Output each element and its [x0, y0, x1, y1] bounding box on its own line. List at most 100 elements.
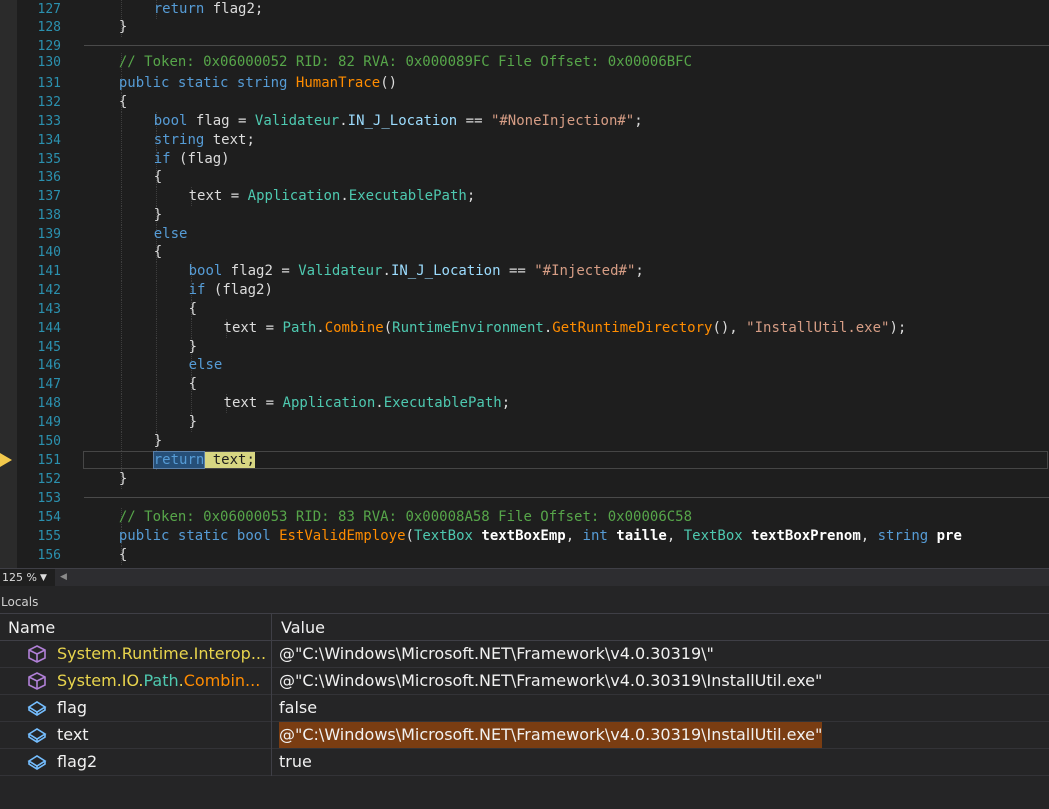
code-line[interactable]: 150} — [0, 432, 1049, 451]
code-editor[interactable]: 127 return flag2; 128} 129 130// Token: 0x06… — [0, 0, 1049, 568]
code-line[interactable]: 141 bool flag2 = Validateur.IN_J_Location… — [0, 262, 1049, 281]
local-value[interactable]: true — [279, 749, 312, 775]
code-token: "#NoneInjection#" — [490, 113, 635, 129]
code-token: } — [188, 339, 198, 355]
code-token: textBoxEmp — [481, 528, 566, 544]
locals-row[interactable]: flag false — [0, 695, 1049, 722]
code-line[interactable]: 154 // Token: 0x06000053 RID: 83 RVA: 0x0… — [0, 508, 1049, 527]
code-line[interactable]: 152} — [0, 470, 1049, 489]
code-line[interactable]: 140 { — [0, 243, 1049, 262]
locals-row[interactable]: System.Runtime.Interop... @"C:\Windows\Mi… — [0, 641, 1049, 668]
code-text: bool flag2 = Validateur.IN_J_Location ==… — [189, 262, 644, 281]
code-text: bool flag = Validateur.IN_J_Location == … — [154, 112, 643, 131]
code-line[interactable]: 156 { — [0, 546, 1049, 565]
code-line[interactable]: 132 { — [0, 93, 1049, 112]
column-header-value[interactable]: Value — [281, 614, 325, 641]
line-number: 147 — [37, 377, 61, 392]
code-line[interactable]: 139 else — [0, 225, 1049, 244]
code-token: } — [118, 19, 128, 35]
indent-guide — [120, 131, 122, 150]
locals-row[interactable]: System.IO.Path.Combin... @"C:\Windows\Mic… — [0, 668, 1049, 695]
code-line[interactable]: 134 string text; — [0, 131, 1049, 150]
local-name-part: flag — [57, 698, 88, 717]
code-line[interactable]: 128} — [0, 18, 1049, 37]
code-line[interactable]: 131 public static string HumanTrace() — [0, 74, 1049, 93]
scroll-left-icon[interactable]: ◀ — [60, 572, 67, 582]
code-token: return — [153, 1, 205, 17]
code-token: } — [153, 433, 163, 449]
code-token: { — [153, 169, 163, 185]
code-line[interactable]: 144 text = Path.Combine(RuntimeEnvironmen… — [0, 319, 1049, 338]
local-value[interactable]: @"C:\Windows\Microsoft.NET\Framework\v4.… — [279, 668, 822, 694]
local-value[interactable]: @"C:\Windows\Microsoft.NET\Framework\v4.… — [279, 722, 823, 748]
code-text: } — [119, 470, 127, 489]
local-variable-icon — [27, 699, 47, 717]
code-line[interactable]: 138} — [0, 206, 1049, 225]
code-line[interactable]: 133 bool flag = Validateur.IN_J_Location … — [0, 112, 1049, 131]
code-line[interactable]: 145} — [0, 338, 1049, 357]
code-token: text; — [204, 132, 255, 148]
code-line[interactable]: 155 public static bool EstValidEmploye(Te… — [0, 527, 1049, 546]
local-value[interactable]: false — [279, 695, 317, 721]
locals-row[interactable]: flag2 true — [0, 749, 1049, 776]
column-header-name[interactable]: Name — [8, 614, 55, 641]
code-text: { — [119, 93, 127, 112]
local-name-part: Combin... — [183, 671, 261, 690]
indent-guide — [155, 394, 157, 413]
code-text: return flag2; — [154, 0, 264, 19]
code-line[interactable]: 127 return flag2; — [0, 0, 1049, 19]
indent-guide — [155, 338, 157, 357]
code-line[interactable]: 149} — [0, 413, 1049, 432]
code-line[interactable]: 135 if (flag) — [0, 150, 1049, 169]
method-separator — [84, 45, 1049, 46]
code-token: static — [177, 75, 229, 91]
zoom-dropdown[interactable]: 125 % ▼ — [0, 569, 55, 586]
code-line[interactable]: 146 else — [0, 356, 1049, 375]
code-token: HumanTrace — [295, 75, 381, 91]
code-token: , — [565, 528, 583, 544]
line-number: 133 — [37, 114, 61, 129]
line-number: 131 — [37, 76, 61, 91]
code-token: { — [118, 547, 128, 563]
local-name-part: text — [57, 725, 89, 744]
code-token: text = — [223, 320, 283, 336]
indent-guide — [120, 0, 122, 19]
editor-status-bar: 125 % ▼ ◀ — [0, 568, 1049, 586]
code-token: bool — [236, 528, 271, 544]
indent-guide — [155, 281, 157, 300]
code-token: text = — [188, 188, 248, 204]
code-line[interactable]: 147 { — [0, 375, 1049, 394]
local-variable-icon — [27, 726, 47, 744]
code-line[interactable]: 137 text = Application.ExecutablePath; — [0, 187, 1049, 206]
zoom-level: 125 % — [2, 571, 37, 584]
code-token: IN_J_Location — [390, 263, 501, 279]
code-line[interactable]: 142 if (flag2) — [0, 281, 1049, 300]
line-number: 139 — [37, 227, 61, 242]
code-line[interactable]: 136 { — [0, 168, 1049, 187]
panel-splitter[interactable] — [0, 586, 1049, 594]
code-token: () — [380, 75, 398, 91]
code-line[interactable]: 148 text = Application.ExecutablePath; — [0, 394, 1049, 413]
code-text: if (flag2) — [189, 281, 273, 300]
line-number: 141 — [37, 264, 61, 279]
code-token: == — [500, 263, 535, 279]
code-line[interactable]: 143 { — [0, 300, 1049, 319]
code-line[interactable]: 130 // Token: 0x06000052 RID: 82 RVA: 0x0… — [0, 53, 1049, 72]
indent-guide — [155, 375, 157, 394]
code-text: // Token: 0x06000053 RID: 83 RVA: 0x0000… — [119, 508, 692, 527]
code-token: int — [582, 528, 608, 544]
code-line[interactable]: 153 — [0, 489, 1049, 508]
line-number: 156 — [37, 548, 61, 563]
locals-row[interactable]: text @"C:\Windows\Microsoft.NET\Framework… — [0, 722, 1049, 749]
column-resize-handle[interactable] — [271, 614, 272, 642]
code-text: { — [154, 168, 162, 187]
method-separator — [84, 497, 1049, 498]
code-text: } — [189, 338, 197, 357]
indent-guide — [120, 375, 122, 394]
code-line[interactable]: 151 return text; — [0, 451, 1049, 470]
code-token: string — [236, 75, 288, 91]
line-number: 144 — [37, 321, 61, 336]
local-value[interactable]: @"C:\Windows\Microsoft.NET\Framework\v4.… — [279, 641, 714, 667]
